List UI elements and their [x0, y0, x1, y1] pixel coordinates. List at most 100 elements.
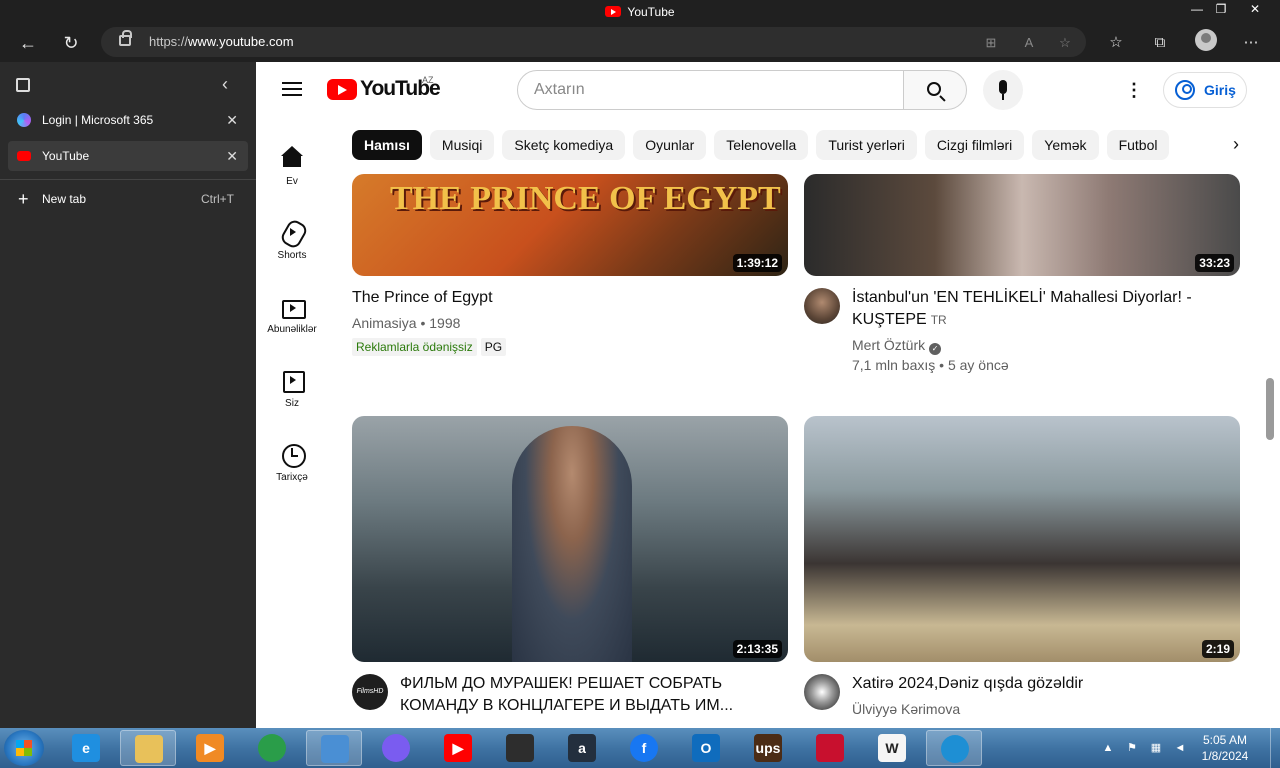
back-button[interactable]: ← [15, 30, 41, 56]
settings-more-button[interactable]: ⋯ [1238, 30, 1264, 56]
duration-badge: 1:39:12 [732, 254, 782, 272]
window-titlebar: YouTube — ❐ ✕ [0, 0, 1280, 24]
taskbar-youtube-button[interactable]: ▶ [430, 730, 486, 766]
settings-menu-button[interactable]: ⋮ [1122, 78, 1146, 102]
guide-item-history[interactable]: Tarixçə [260, 430, 324, 494]
guide-item-home[interactable]: Ev [260, 134, 324, 198]
profile-avatar[interactable] [1195, 29, 1217, 51]
tab-microsoft-365[interactable]: Login | Microsoft 365 ✕ [8, 105, 248, 135]
restore-button[interactable]: ❐ [1206, 0, 1236, 18]
chip-food[interactable]: Yemək [1032, 130, 1099, 160]
chip-all[interactable]: Hamısı [352, 130, 422, 160]
taskbar-file-explorer-button[interactable] [120, 730, 176, 766]
network-icon[interactable]: ▦ [1148, 741, 1164, 755]
taskbar-ups-button[interactable]: ups [740, 730, 796, 766]
close-tab-icon[interactable]: ✕ [226, 105, 238, 135]
guide-item-shorts[interactable]: Shorts [260, 208, 324, 272]
video-title-text: İstanbul'un 'EN TEHLİKELİ' Mahallesi Diy… [852, 289, 1192, 328]
taskbar-store-button[interactable] [492, 730, 548, 766]
action-center-icon[interactable]: ⚑ [1124, 741, 1140, 755]
sign-in-label: Giriş [1204, 82, 1236, 98]
chip-telenovela[interactable]: Telenovella [714, 130, 809, 160]
taskbar-media-player-button[interactable]: ▶ [182, 730, 238, 766]
collapse-pane-button[interactable]: ‹ [222, 74, 238, 94]
taskbar-facebook-button[interactable]: f [616, 730, 672, 766]
amazon-icon: a [568, 734, 596, 762]
video-thumbnail[interactable]: 2:13:35 [352, 416, 788, 662]
show-hidden-icons-icon[interactable]: ▲ [1100, 741, 1116, 755]
video-title[interactable]: İstanbul'un 'EN TEHLİKELİ' Mahallesi Diy… [852, 287, 1232, 331]
search-icon [927, 82, 941, 96]
new-tab-shortcut: Ctrl+T [201, 192, 234, 206]
tab-actions-icon[interactable] [16, 78, 30, 92]
video-thumbnail[interactable]: THE PRINCE OF EGYPT 1:39:12 [352, 174, 788, 276]
new-tab-button[interactable]: + New tab Ctrl+T [8, 186, 248, 212]
reload-button[interactable]: ↻ [58, 30, 84, 56]
start-button[interactable] [4, 730, 44, 766]
close-window-button[interactable]: ✕ [1240, 0, 1270, 18]
guide-label: Abunəliklər [267, 324, 317, 335]
video-thumbnail[interactable]: 33:23 [804, 174, 1240, 276]
search-button[interactable] [903, 70, 967, 110]
store-icon [506, 734, 534, 762]
video-thumbnail[interactable]: 2:19 [804, 416, 1240, 662]
collections-icon[interactable]: ⧉ [1147, 30, 1173, 56]
page-scrollbar-thumb[interactable] [1266, 378, 1274, 440]
taskbar-control-panel-button[interactable] [306, 730, 362, 766]
chip-games[interactable]: Oyunlar [633, 130, 707, 160]
taskbar-internet-explorer-button[interactable]: e [58, 730, 114, 766]
show-desktop-button[interactable] [1270, 728, 1280, 768]
taskbar-copilot-button[interactable] [368, 730, 424, 766]
channel-name[interactable]: Mert Öztürk ✓ [852, 335, 942, 355]
search-input[interactable]: Axtarın [517, 70, 904, 110]
youtube-logo-icon[interactable] [327, 79, 357, 100]
close-tab-icon[interactable]: ✕ [226, 141, 238, 171]
chip-football[interactable]: Futbol [1106, 130, 1170, 160]
channel-avatar[interactable] [804, 288, 840, 324]
chevron-right-icon[interactable]: › [1226, 134, 1246, 154]
facebook-icon: f [630, 734, 658, 762]
taskbar: e ▶ ▶ a f Oups W ▲ ⚑ ▦ ◄ 5:05 AM 1/8/2024 [0, 728, 1280, 768]
chip-sketch-comedy[interactable]: Sketç komediya [502, 130, 626, 160]
voice-search-button[interactable] [983, 70, 1023, 110]
taskbar-edge-button[interactable] [926, 730, 982, 766]
file-explorer-icon [135, 735, 163, 763]
youtube-icon: ▶ [444, 734, 472, 762]
favorites-icon[interactable]: ☆ [1103, 30, 1129, 56]
duration-badge: 2:19 [1201, 640, 1234, 658]
vertical-tabs-pane: ‹ Login | Microsoft 365 ✕ YouTube ✕ + Ne… [0, 62, 256, 728]
lock-icon[interactable] [119, 30, 132, 46]
read-aloud-icon[interactable]: A [1019, 33, 1039, 53]
add-favorite-icon[interactable]: ☆ [1055, 33, 1075, 53]
taskbar-bank-of-america-button[interactable] [802, 730, 858, 766]
video-title[interactable]: The Prince of Egypt [352, 287, 788, 309]
tab-youtube[interactable]: YouTube ✕ [8, 141, 248, 171]
menu-icon[interactable] [282, 82, 302, 96]
sign-in-button[interactable]: Giriş [1163, 72, 1247, 108]
taskbar-amazon-button[interactable]: a [554, 730, 610, 766]
rating-badge: PG [480, 338, 507, 356]
clock[interactable]: 5:05 AM 1/8/2024 [1198, 732, 1252, 764]
chip-music[interactable]: Musiqi [429, 130, 495, 160]
guide-item-subscriptions[interactable]: Abunəliklər [260, 282, 324, 346]
country-code: AZ [422, 75, 434, 85]
taskbar-wikipedia-button[interactable]: W [864, 730, 920, 766]
address-bar[interactable]: https://www.youtube.com ⊞ A ☆ [101, 27, 1086, 57]
chip-tourist-places[interactable]: Turist yerləri [816, 130, 917, 160]
system-tray: ▲ ⚑ ▦ ◄ 5:05 AM 1/8/2024 [1100, 728, 1280, 768]
duration-badge: 2:13:35 [732, 640, 782, 658]
plus-icon: + [18, 189, 29, 209]
channel-avatar[interactable]: FilmsHD [352, 674, 388, 710]
video-title[interactable]: Xatirə 2024,Dəniz qışda gözəldir [852, 673, 1232, 695]
taskbar-chrome-button[interactable] [244, 730, 300, 766]
channel-avatar[interactable] [804, 674, 840, 710]
chip-cartoons[interactable]: Cizgi filmləri [924, 130, 1025, 160]
guide-item-you[interactable]: Siz [260, 356, 324, 420]
taskbar-outlook-button[interactable]: O [678, 730, 734, 766]
volume-icon[interactable]: ◄ [1172, 741, 1188, 755]
app-available-icon[interactable]: ⊞ [981, 33, 1001, 53]
guide-label: Shorts [277, 250, 307, 261]
video-title[interactable]: ФИЛЬМ ДО МУРАШЕК! РЕШАЕТ СОБРАТЬ КОМАНДУ… [400, 673, 780, 717]
channel-name[interactable]: Ülviyyə Kərimova [852, 699, 960, 719]
channel-name-text: Mert Öztürk [852, 337, 926, 353]
